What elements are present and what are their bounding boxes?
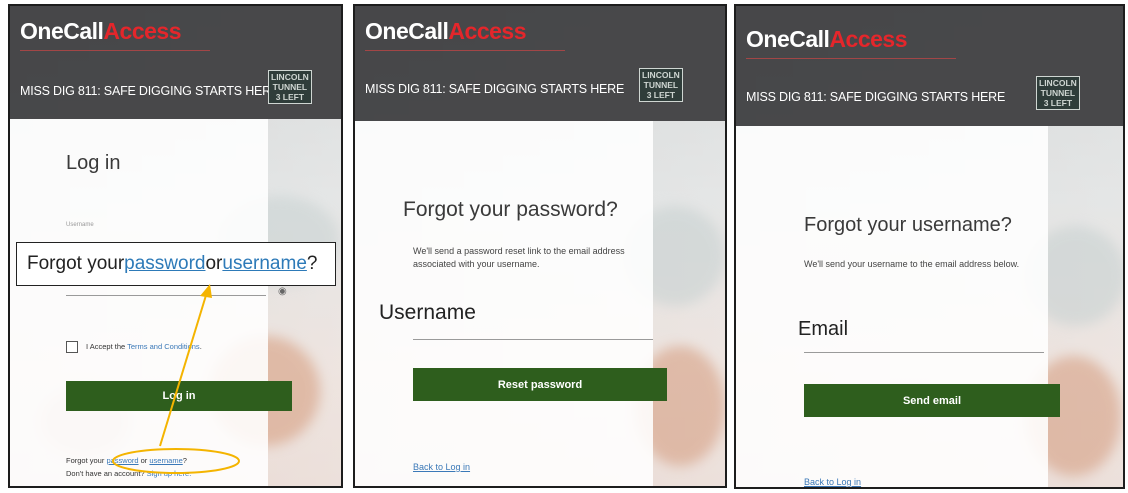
terms-link[interactable]: Terms and Conditions <box>127 342 200 351</box>
logo-text-access: Access <box>829 26 907 52</box>
callout-password-link: password <box>124 253 206 274</box>
signup-text: Don't have an account? Sign up here. <box>66 469 191 478</box>
onecall-access-logo: OneCallAccess <box>20 18 181 45</box>
login-screenshot-panel: OneCallAccess MISS DIG 811: SAFE DIGGING… <box>8 4 343 488</box>
forgot-username-screenshot-panel: OneCallAccess MISS DIG 811: SAFE DIGGING… <box>734 4 1125 489</box>
back-to-login-link[interactable]: Back to Log in <box>804 477 861 487</box>
sign-line: TUNNEL <box>272 82 308 92</box>
street-sign: LINCOLN TUNNEL 3 LEFT <box>268 70 312 104</box>
terms-checkbox[interactable] <box>66 341 78 353</box>
back-to-login-link[interactable]: Back to Log in <box>413 462 470 472</box>
email-field-label: Email <box>798 318 849 340</box>
sign-line: LINCOLN <box>642 70 680 80</box>
forgot-password-card: Forgot your password? We'll send a passw… <box>355 121 667 486</box>
sign-line: TUNNEL <box>1040 88 1076 98</box>
page-title: Forgot your username? <box>804 214 1012 236</box>
signup-prefix: Don't have an account? <box>66 469 147 478</box>
header-bar: OneCallAccess MISS DIG 811: SAFE DIGGING… <box>736 6 1123 126</box>
callout-suffix: ? <box>306 253 318 274</box>
callout-username-link: username <box>222 253 307 274</box>
street-sign: LINCOLN TUNNEL 3 LEFT <box>639 68 683 102</box>
sign-line: 3 LEFT <box>275 92 305 102</box>
header-bar: OneCallAccess MISS DIG 811: SAFE DIGGING… <box>355 6 725 121</box>
logo-text-access: Access <box>448 18 526 44</box>
callout-prefix: Forgot your <box>27 253 125 274</box>
forgot-links: Forgot your password or username? <box>66 456 187 465</box>
logo-text-onecall: OneCall <box>746 26 830 52</box>
logo-divider <box>365 50 565 51</box>
accept-prefix: I Accept the <box>86 342 128 351</box>
back-link-row: Back to Log in <box>804 477 861 487</box>
back-link-row: Back to Log in <box>413 462 470 472</box>
forgot-password-link[interactable]: password <box>106 456 138 465</box>
username-label: Username <box>66 222 94 228</box>
email-input-underline[interactable] <box>804 352 1044 353</box>
onecall-access-logo: OneCallAccess <box>365 18 526 45</box>
onecall-access-logo: OneCallAccess <box>746 26 907 53</box>
sign-line: 3 LEFT <box>646 90 676 100</box>
forgot-username-link[interactable]: username <box>149 456 182 465</box>
callout-or: or <box>205 253 223 274</box>
street-sign: LINCOLN TUNNEL 3 LEFT <box>1036 76 1080 110</box>
page-title: Forgot your password? <box>403 198 618 221</box>
reset-password-button[interactable]: Reset password <box>413 368 667 401</box>
show-password-eye-icon[interactable]: ◉ <box>278 286 287 297</box>
send-email-button[interactable]: Send email <box>804 384 1060 417</box>
instructions-text: We'll send a password reset link to the … <box>413 246 625 269</box>
username-input-underline[interactable] <box>413 339 653 340</box>
sign-line: LINCOLN <box>271 72 309 82</box>
forgot-prefix: Forgot your <box>66 456 107 465</box>
login-card: Log in Username I Accept the Terms and C… <box>10 119 292 486</box>
accept-suffix: . <box>199 342 202 351</box>
forgot-username-card: Forgot your username? We'll send your us… <box>736 126 1060 487</box>
logo-text-onecall: OneCall <box>365 18 449 44</box>
logo-text-onecall: OneCall <box>20 18 104 44</box>
tagline: MISS DIG 811: SAFE DIGGING STARTS HERE <box>365 82 625 96</box>
header-bar: OneCallAccess MISS DIG 811: SAFE DIGGING… <box>10 6 341 119</box>
sign-line: TUNNEL <box>643 80 679 90</box>
accept-terms-text: I Accept the Terms and Conditions. <box>86 342 202 351</box>
tagline: MISS DIG 811: SAFE DIGGING STARTS HERE <box>746 90 1006 104</box>
logo-text-access: Access <box>103 18 181 44</box>
page-title: Log in <box>66 152 121 174</box>
signup-link[interactable]: Sign up here. <box>147 469 192 478</box>
login-button[interactable]: Log in <box>66 381 292 411</box>
sign-line: 3 LEFT <box>1043 98 1073 108</box>
logo-divider <box>20 50 210 51</box>
instructions-text: We'll send your username to the email ad… <box>804 259 1020 269</box>
sign-line: LINCOLN <box>1039 78 1077 88</box>
forgot-suffix: ? <box>182 456 187 465</box>
logo-divider <box>746 58 956 59</box>
forgot-or: or <box>138 456 150 465</box>
password-underline <box>66 295 266 296</box>
tagline: MISS DIG 811: SAFE DIGGING STARTS HERE <box>20 84 280 98</box>
forgot-password-screenshot-panel: OneCallAccess MISS DIG 811: SAFE DIGGING… <box>353 4 727 488</box>
username-field-label: Username <box>379 301 476 324</box>
zoomed-forgot-callout: Forgot your password or username? <box>16 242 336 286</box>
